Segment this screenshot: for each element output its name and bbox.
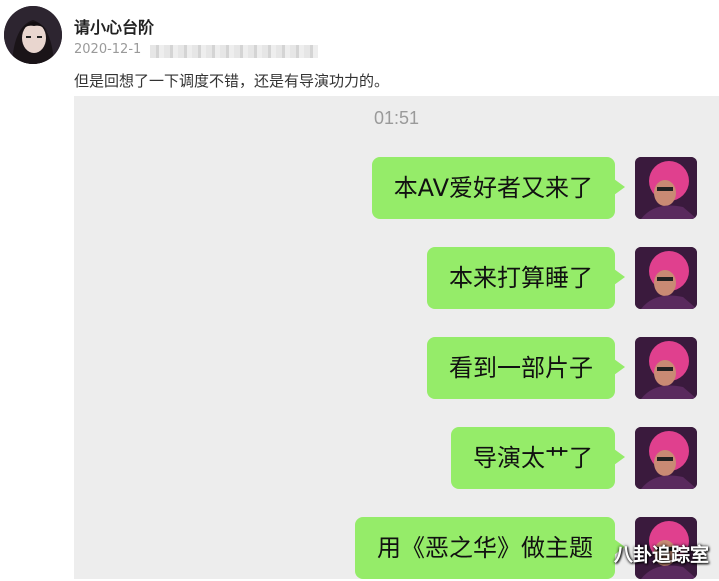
blurred-region [150,45,318,58]
message-row: 导演太艹了 [74,427,719,491]
message-bubble[interactable]: 看到一部片子 [427,337,625,399]
watermark: 八卦追踪室 [613,544,709,566]
message-bubble[interactable]: 本AV爱好者又来了 [371,157,626,219]
sender-avatar[interactable] [635,427,697,489]
username[interactable]: 请小心台阶 [74,14,154,38]
sender-avatar[interactable] [635,157,697,219]
message-row: 看到一部片子 [74,337,719,401]
chat-screenshot: 01:51 本AV爱好者又来了 本来打算睡了 看到一部片子 导演太艹了 用《恶之… [74,96,719,579]
user-avatar[interactable] [4,6,62,64]
message-bubble[interactable]: 本来打算睡了 [427,247,625,309]
message-row: 本来打算睡了 [74,247,719,311]
message-bubble[interactable]: 导演太艹了 [451,427,625,489]
post-text: 但是回想了一下调度不错，还是有导演功力的。 [74,72,390,90]
message-row: 本AV爱好者又来了 [74,157,719,221]
chat-timestamp: 01:51 [373,108,420,128]
post-header: 请小心台阶 2020-12-1 但是回想了一下调度不错，还是有导演功力的。 [0,0,719,96]
sender-avatar[interactable] [635,247,697,309]
post-date: 2020-12-1 [74,42,142,57]
sender-avatar[interactable] [635,337,697,399]
message-bubble[interactable]: 用《恶之华》做主题 [355,517,625,579]
